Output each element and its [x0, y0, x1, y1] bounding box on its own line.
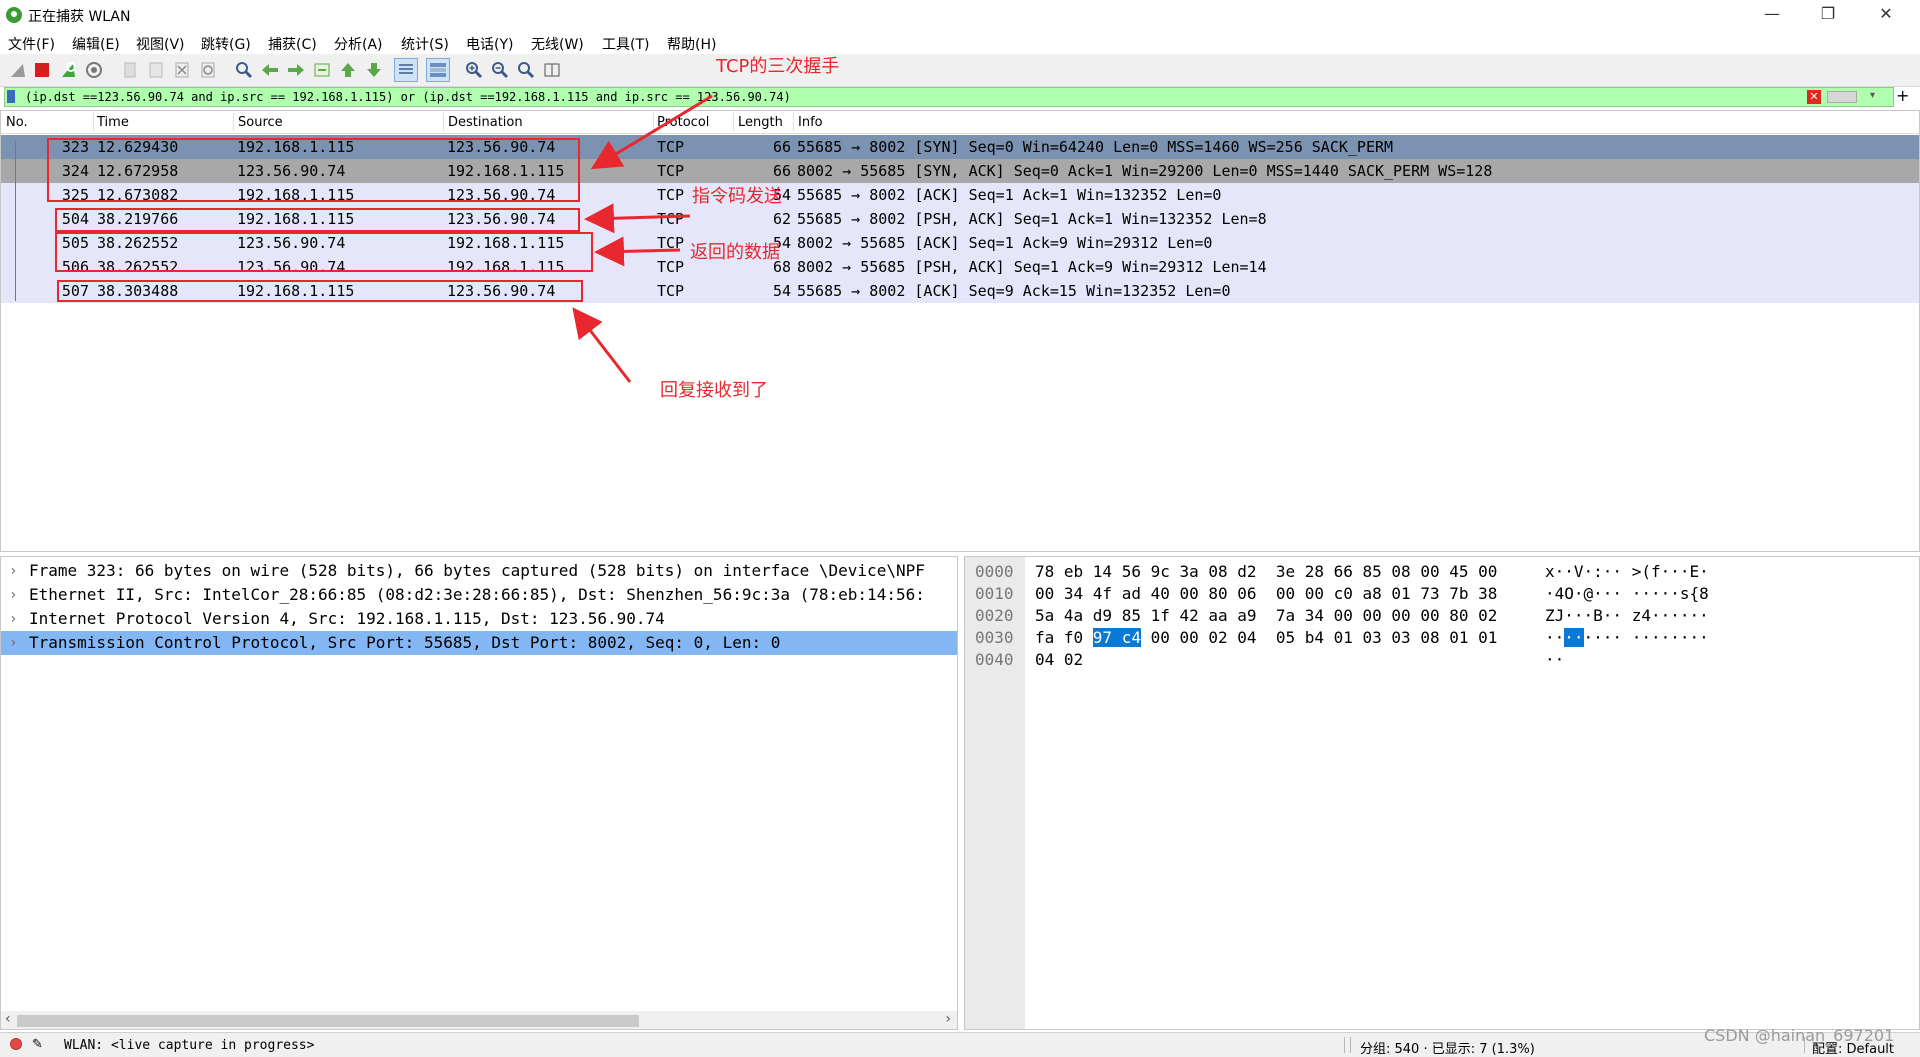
returned-data-arrow [594, 236, 681, 267]
hex-bytes-highlight: 97 c4 [1092, 628, 1141, 647]
byte-offset: 0040 [975, 650, 1014, 669]
status-bar: ✎ WLAN: <live capture in progress> 分组: 5… [0, 1032, 1920, 1057]
detail-row-frame[interactable]: › Frame 323: 66 bytes on wire (528 bits)… [1, 559, 957, 583]
annotation-command-send: 指令码发送 [692, 186, 782, 207]
horizontal-scrollbar[interactable]: ‹ › [1, 1011, 957, 1029]
annotation-reply-received: 回复接收到了 [660, 380, 768, 401]
byte-offset: 0010 [975, 584, 1014, 603]
byte-offset: 0000 [975, 562, 1014, 581]
ascii-bytes[interactable]: ZJ···B·· z4······ [1545, 605, 1709, 627]
packet-count: 分组: 540 · 已显示: 7 (1.3%) [1360, 1042, 1535, 1057]
hex-bytes[interactable]: 78 eb 14 56 9c 3a 08 d2 3e 28 66 85 08 0… [1035, 561, 1497, 583]
watermark: CSDN @hainan_697201 [1704, 1026, 1895, 1045]
annotation-handshake: TCP的三次握手 [716, 56, 840, 77]
annotation-returned-data: 返回的数据 [690, 242, 780, 263]
hex-bytes-post: 00 00 02 04 05 b4 01 03 03 08 01 01 [1140, 628, 1498, 647]
expand-arrow-icon[interactable]: › [9, 583, 17, 607]
scrollbar-thumb[interactable] [17, 1015, 639, 1027]
status-divider [1350, 1037, 1351, 1053]
detail-text: Transmission Control Protocol, Src Port:… [29, 633, 781, 652]
hex-bytes[interactable]: 00 34 4f ad 40 00 80 06 00 00 c0 a8 01 7… [1035, 583, 1497, 605]
status-divider [1344, 1037, 1345, 1053]
byte-offset: 0020 [975, 606, 1014, 625]
ascii-bytes[interactable]: ········ ········ [1545, 627, 1709, 649]
detail-text: Ethernet II, Src: IntelCor_28:66:85 (08:… [29, 585, 925, 604]
ascii-bytes[interactable]: ·· [1545, 649, 1564, 671]
scroll-left-icon[interactable]: ‹ [5, 1011, 11, 1027]
expand-arrow-icon[interactable]: › [9, 607, 17, 631]
hex-bytes-pre: fa f0 [1035, 628, 1093, 647]
detail-row-ethernet[interactable]: › Ethernet II, Src: IntelCor_28:66:85 (0… [1, 583, 957, 607]
expert-info-icon[interactable] [10, 1038, 22, 1050]
byte-offset: 0030 [975, 628, 1014, 647]
detail-row-tcp-selected[interactable]: › Transmission Control Protocol, Src Por… [1, 631, 957, 655]
packet-details-pane[interactable]: › Frame 323: 66 bytes on wire (528 bits)… [0, 556, 958, 1030]
packet-bytes-pane[interactable]: 0000 78 eb 14 56 9c 3a 08 d2 3e 28 66 85… [964, 556, 1920, 1030]
hex-bytes[interactable]: fa f0 97 c4 00 00 02 04 05 b4 01 03 03 0… [1035, 627, 1497, 649]
ascii-pre: ·· [1545, 628, 1565, 647]
detail-text: Frame 323: 66 bytes on wire (528 bits), … [29, 561, 925, 580]
annotation-arrows [572, 94, 713, 383]
handshake-arrow [590, 94, 713, 170]
reply-received-arrow [572, 307, 632, 383]
capture-status: WLAN: <live capture in progress> [64, 1038, 315, 1053]
command-send-arrow [584, 203, 691, 234]
ascii-bytes[interactable]: ·4O·@··· ·····s{8 [1545, 583, 1709, 605]
capture-comment-icon[interactable]: ✎ [32, 1037, 43, 1052]
ascii-bytes[interactable]: x··V·:·· >(f···E· [1545, 561, 1709, 583]
hex-bytes[interactable]: 5a 4a d9 85 1f 42 aa a9 7a 34 00 00 00 0… [1035, 605, 1497, 627]
expand-arrow-icon[interactable]: › [9, 559, 17, 583]
scroll-right-icon[interactable]: › [945, 1011, 951, 1027]
expand-arrow-icon[interactable]: › [9, 631, 17, 655]
ascii-post: ···· ········ [1583, 628, 1709, 647]
ascii-highlight: ·· [1564, 628, 1584, 647]
detail-row-ipv4[interactable]: › Internet Protocol Version 4, Src: 192.… [1, 607, 957, 631]
detail-text: Internet Protocol Version 4, Src: 192.16… [29, 609, 665, 628]
hex-bytes[interactable]: 04 02 [1035, 649, 1083, 671]
